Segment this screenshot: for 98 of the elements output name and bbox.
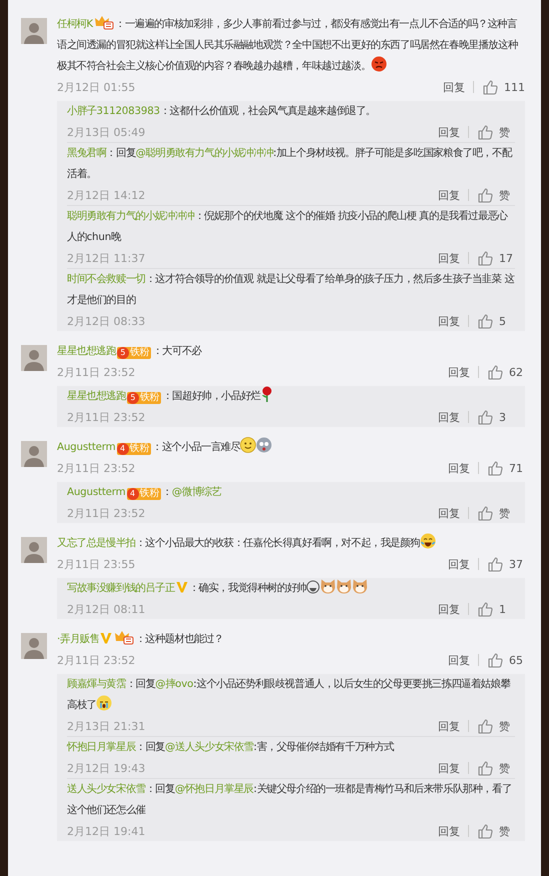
reply-button[interactable]: 回复 <box>438 250 460 266</box>
avatar-icon[interactable] <box>21 441 47 467</box>
comment-text: 送人头少女宋依雪：回复@怀抱日月掌星辰:关键父母介绍的一班都是青梅竹马和后来带乐队那种，看了这个他们还怎么催 <box>67 782 513 818</box>
comment-text: 星星也想逃跑 5 铁粉 ：国超好帅，小品好烂 <box>67 386 515 407</box>
reply-button[interactable]: 回复 <box>448 556 470 572</box>
like-button[interactable]: 赞 <box>477 822 515 840</box>
thumbs-up-icon <box>477 822 494 840</box>
comment-text: Augustterm 4 铁粉 ：@微博综艺 <box>67 485 222 502</box>
timestamp: 2月12日 11:37 <box>67 250 146 266</box>
comment-text: 怀抱日月掌星辰：回复@送人头少女宋依雪:害，父母催你结婚有千万种方式 <box>67 740 395 755</box>
reply-button[interactable]: 回复 <box>448 364 470 380</box>
laughing-face-icon <box>420 533 436 549</box>
timestamp: 2月12日 19:43 <box>67 760 146 776</box>
like-button[interactable]: 65 <box>487 652 525 668</box>
avatar-icon[interactable] <box>21 18 47 44</box>
comment-text: 又忘了总是慢半拍：这个小品最大的收获：任嘉伦长得真好看啊，对不起，我是颜狗 <box>57 533 525 554</box>
avatar-icon[interactable] <box>21 537 47 563</box>
like-button[interactable]: 71 <box>487 460 525 476</box>
smiley-icon <box>240 437 256 453</box>
like-button[interactable]: 37 <box>487 556 525 572</box>
like-button[interactable]: 3 <box>477 408 515 426</box>
rose-icon <box>260 386 274 402</box>
comment-text: ·弄月贩售 ：这种题材也能过？ <box>57 629 525 650</box>
reply-button[interactable]: 回复 <box>443 80 465 94</box>
like-button[interactable]: 赞 <box>477 124 515 140</box>
comment-text: 星星也想逃跑 5 铁粉 ：大可不必 <box>57 344 203 361</box>
timestamp: 2月11日 23:52 <box>67 506 146 520</box>
timestamp: 2月12日 19:41 <box>67 824 146 838</box>
thumbs-up-icon <box>477 504 494 522</box>
like-button[interactable]: 111 <box>482 78 525 96</box>
like-button[interactable]: 62 <box>487 364 525 380</box>
reply-button[interactable]: 回复 <box>448 460 470 476</box>
timestamp: 2月11日 23:52 <box>57 460 136 476</box>
crown-badge-icon <box>113 629 136 645</box>
grinning-face-icon <box>306 580 320 594</box>
comment-text: 写故事没赚到钱的吕子正 ：确实，我觉得种树的好帅 <box>67 578 515 599</box>
reply-button[interactable]: 回复 <box>438 188 460 202</box>
fan-badge: 5 铁粉 <box>126 392 162 404</box>
like-button[interactable]: 赞 <box>477 504 515 522</box>
thumbs-up-icon <box>477 312 494 330</box>
verified-icon <box>174 580 189 594</box>
reply-button[interactable]: 回复 <box>438 718 460 734</box>
like-button[interactable]: 赞 <box>477 718 515 734</box>
reply-button[interactable]: 回复 <box>438 760 460 776</box>
avatar-icon[interactable] <box>21 633 47 659</box>
fan-badge: 4 铁粉 <box>116 443 152 455</box>
thumbs-up-icon <box>487 556 504 572</box>
comment-text: 时间不会救赎一切：这才符合领导的价值观 就是让父母看了给单身的孩子压力，然后多生孩子当韭菜 这才是他们的目的 <box>67 272 515 308</box>
cat-face-icon <box>352 578 368 594</box>
timestamp: 2月13日 21:31 <box>67 718 146 734</box>
like-button[interactable]: 赞 <box>477 186 515 204</box>
fan-badge: 4 铁粉 <box>126 488 162 500</box>
thumbs-up-icon <box>477 718 494 734</box>
comment-text: 小胖子3112083983：这都什么价值观，社会风气真是越来越倒退了。 <box>67 104 377 119</box>
thumbs-up-icon <box>477 760 494 776</box>
timestamp: 2月12日 08:33 <box>67 314 146 328</box>
reply-button[interactable]: 回复 <box>438 506 460 520</box>
timestamp: 2月11日 23:52 <box>67 410 146 424</box>
thumbs-up-icon <box>487 364 504 380</box>
timestamp: 2月11日 23:52 <box>57 652 136 668</box>
timestamp: 2月12日 14:12 <box>67 188 146 202</box>
timestamp: 2月13日 05:49 <box>67 124 146 140</box>
cat-face-icon <box>336 578 352 594</box>
comment-text: 聪明勇敢有力气的小妮冲冲冲：倪妮那个的伏地魔 这个的催婚 抗疫小品的爬山梗 真的是我看过最恶心人的chun晚 <box>67 209 509 245</box>
avatar-icon[interactable] <box>21 345 47 371</box>
comment-text: Augustterm 4 铁粉 ：这个小品一言难尽 <box>57 437 525 458</box>
reply-button[interactable]: 回复 <box>438 410 460 424</box>
thumbs-up-icon <box>477 600 494 618</box>
timestamp: 2月11日 23:52 <box>57 364 136 380</box>
reply-button[interactable]: 回复 <box>438 824 460 838</box>
reply-button[interactable]: 回复 <box>438 314 460 328</box>
angry-face-icon <box>370 56 387 72</box>
thumbs-up-icon <box>477 124 494 140</box>
reply-button[interactable]: 回复 <box>438 124 460 140</box>
thumbs-up-icon <box>477 408 494 426</box>
like-button[interactable]: 17 <box>477 250 515 266</box>
thumbs-up-icon <box>477 186 494 204</box>
like-button[interactable]: 5 <box>477 312 515 330</box>
timestamp: 2月11日 23:55 <box>57 556 136 572</box>
reply-button[interactable]: 回复 <box>438 602 460 616</box>
face-icon <box>256 437 272 453</box>
like-button[interactable]: 1 <box>477 600 515 618</box>
thumbs-up-icon <box>477 250 494 266</box>
thumbs-up-icon <box>487 460 504 476</box>
comment-text: 黑兔君啊：回复@聪明勇敢有力气的小妮冲冲冲:加上个身材歧视。胖子可能是多吃国家粮食了吧，不配活着。 <box>67 146 514 182</box>
timestamp: 2月12日 08:11 <box>67 602 146 616</box>
crying-face-icon <box>96 695 112 711</box>
crown-badge-icon <box>92 14 115 30</box>
reply-button[interactable]: 回复 <box>448 652 470 668</box>
cat-face-icon <box>320 578 336 594</box>
timestamp: 2月12日 01:55 <box>57 80 136 94</box>
fan-badge: 5 铁粉 <box>116 347 152 359</box>
like-button[interactable]: 赞 <box>477 760 515 776</box>
thumbs-up-icon <box>482 78 499 96</box>
comment-text: 任柯柯K ：一遍遍的审核加彩排，多少人事前看过参与过，都没有感觉出有一点儿不合适的吗？这种言语之间透漏的冒犯就这样让全国人民其乐融融地观赏？全中国想不出更好的东西了吗居然在春晚里播放这种极其不符合社会主义核心价值观的内容？春晚越办越糟，年味越过越淡。 <box>57 14 525 77</box>
thumbs-up-icon <box>487 652 504 668</box>
comment-text: 顾嘉煇与黄霑：回复@摔ovo:这个小品还势利眼歧视普通人，以后女生的父母更要挑三拣四逼着姑娘攀高枝了 <box>67 677 512 713</box>
verified-icon <box>99 631 114 645</box>
